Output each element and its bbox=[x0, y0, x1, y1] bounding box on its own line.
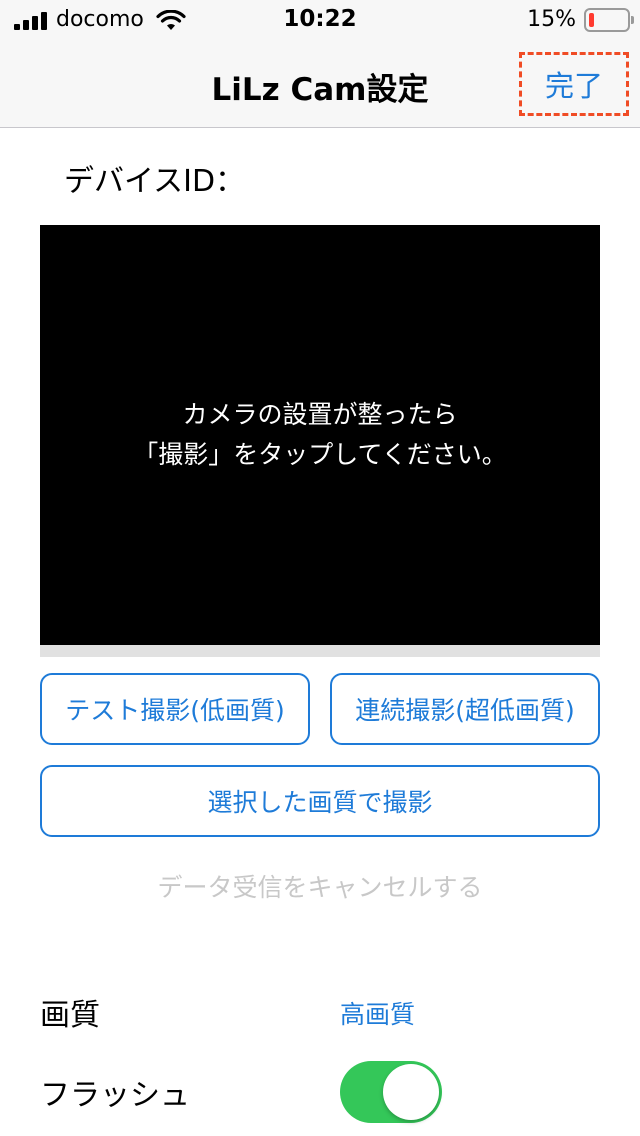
battery-level bbox=[589, 13, 594, 27]
toggle-knob bbox=[383, 1064, 439, 1120]
preview-message-line1: カメラの設置が整ったら bbox=[182, 400, 458, 429]
battery-percent: 15% bbox=[527, 7, 576, 32]
preview-footer-bar bbox=[40, 645, 600, 657]
done-button-label: 完了 bbox=[544, 69, 603, 103]
cancel-data-receive-button[interactable]: データ受信をキャンセルする bbox=[0, 868, 640, 904]
navigation-bar: LiLz Cam設定 完了 bbox=[0, 40, 640, 128]
flash-label: フラッシュ bbox=[40, 1078, 190, 1113]
burst-shot-button[interactable]: 連続撮影(超低画質) bbox=[330, 673, 600, 745]
preview-message-line2: 「撮影」をタップしてください。 bbox=[133, 440, 507, 469]
status-bar: docomo 10:22 15% bbox=[0, 0, 640, 40]
quality-label: 画質 bbox=[40, 998, 100, 1033]
done-button[interactable]: 完了 bbox=[519, 52, 629, 116]
flash-toggle[interactable] bbox=[340, 1061, 442, 1123]
shoot-selected-quality-button[interactable]: 選択した画質で撮影 bbox=[40, 765, 600, 837]
quality-selector[interactable]: 高画質 bbox=[340, 995, 415, 1031]
camera-preview: カメラの設置が整ったら 「撮影」をタップしてください。 bbox=[40, 225, 600, 645]
device-id-label: デバイスID： bbox=[64, 164, 246, 199]
battery-icon bbox=[584, 8, 634, 32]
test-shot-button[interactable]: テスト撮影(低画質) bbox=[40, 673, 310, 745]
